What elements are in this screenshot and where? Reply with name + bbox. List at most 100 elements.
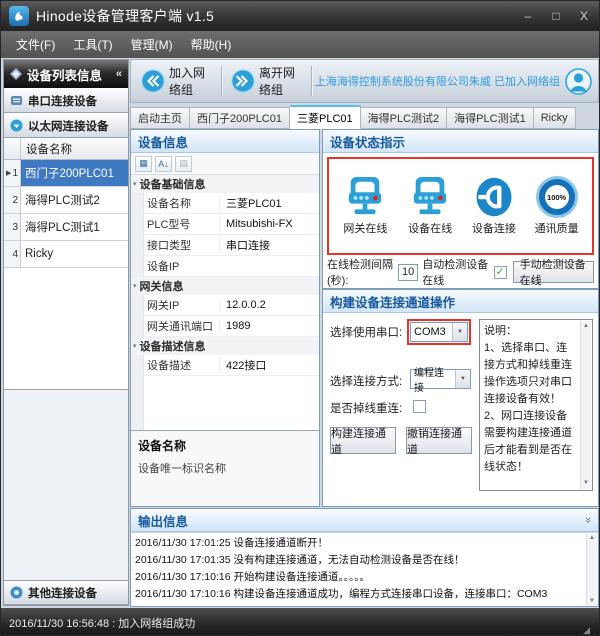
indicator-label: 设备连接 [472,220,516,236]
menu-manage[interactable]: 管理(M) [122,33,182,56]
property-pages-icon: ▤ [175,156,192,172]
log-line: 2016/11/30 17:01:35 没有构建连接通道，无法自动检测设备是否在… [135,552,584,569]
property-group[interactable]: ▾ 设备基础信息 [131,175,319,193]
menu-file[interactable]: 文件(F) [7,33,64,56]
group-expander-icon: ▾ [133,282,137,290]
property-value[interactable]: 12.0.0.2 [219,299,319,311]
note-line-1: 1、选择串口、连接方式和掉线重连操作选项只对串口连接设备有效！ [484,340,578,408]
device-name-cell[interactable]: 海得PLC测试2 [21,187,128,213]
selected-row-marker-icon: ▶ [6,169,11,177]
tab-haide-test1[interactable]: 海得PLC测试1 [447,107,534,129]
tab-siemens-plc[interactable]: 西门子200PLC01 [190,107,290,129]
join-network-group-button[interactable]: 加入网络组 [135,61,218,101]
channel-build-panel-header: 构建设备连接通道操作 [323,290,598,313]
row-number-cell: 4 [4,241,21,267]
device-grid: 设备名称 ▶1 西门子200PLC01 2 海得PLC测试2 3 海得PLC测试… [4,138,128,390]
device-row[interactable]: 3 海得PLC测试1 [4,214,128,241]
property-row[interactable]: 网关IP 12.0.0.2 [131,295,319,316]
serial-device-icon [10,94,23,107]
device-name-cell[interactable]: Ricky [21,241,128,267]
menu-tools[interactable]: 工具(T) [64,33,121,56]
device-row[interactable]: ▶1 西门子200PLC01 [4,160,128,187]
app-window: Hinode设备管理客户端 v1.5 – □ X 文件(F) 工具(T) 管理(… [0,0,600,636]
reconnect-checkbox[interactable] [413,400,426,413]
sidebar-collapse-icon[interactable]: « [116,68,122,80]
statusbar-text: 2016/11/30 16:56:48 : 加入网络组成功 [9,615,195,631]
join-network-group-icon [141,69,165,93]
close-button[interactable]: X [577,9,591,23]
dropdown-arrow-icon[interactable]: ▼ [452,323,467,341]
gateway-online-icon [342,176,388,218]
property-value[interactable]: 1989 [219,320,319,332]
note-scrollbar[interactable]: ▲ ▼ [580,321,591,489]
dropdown-arrow-icon[interactable]: ▼ [455,370,470,388]
user-avatar[interactable] [565,68,592,95]
property-row[interactable]: 接口类型 串口连接 [131,235,319,256]
scroll-down-icon[interactable]: ▼ [589,598,595,604]
leave-network-group-button[interactable]: 离开网络组 [225,61,308,101]
online-detect-row: 在线检测间隔(秒): 10 自动检测设备在线 ✓ 手动检测设备在线 [327,259,594,285]
device-row[interactable]: 2 海得PLC测试2 [4,187,128,214]
device-name-cell[interactable]: 海得PLC测试1 [21,214,128,240]
row-number-cell: ▶1 [4,160,21,186]
connect-mode-select[interactable]: 编程连接 ▼ [410,369,471,389]
output-log-area: 2016/11/30 17:01:25 设备连接通道断开！ 2016/11/30… [131,532,598,606]
output-collapse-icon[interactable]: » [582,517,594,523]
status-indicators-frame: 网关在线 设备在线 设备连接 100% 通讯质量 [327,157,594,255]
resize-grip-icon[interactable]: ◢ [583,625,591,636]
property-row[interactable]: 设备描述 422接口 [131,355,319,376]
scroll-up-icon[interactable]: ▲ [589,535,595,541]
property-value[interactable]: 串口连接 [219,237,319,253]
device-row[interactable]: 4 Ricky [4,241,128,268]
property-value[interactable]: Mitsubishi-FX [219,218,319,230]
sidebar-item-label: 以太网连接设备 [28,118,109,134]
property-row[interactable]: PLC型号 Mitsubishi-FX [131,214,319,235]
device-connect-indicator: 设备连接 [472,176,516,236]
device-name-column-header[interactable]: 设备名称 [21,138,128,159]
property-grid: ▾ 设备基础信息 设备名称 三菱PLC01 PLC型号 Mitsubishi-F… [131,175,319,506]
toolbar-user-area: 上海海得控制系统股份有限公司朱威 已加入网络组 [315,68,594,95]
build-channel-button[interactable]: 构建连接通道 [330,427,396,454]
property-group[interactable]: ▾ 设备描述信息 [131,337,319,355]
property-row[interactable]: 网关通讯端口 1989 [131,316,319,337]
tab-home[interactable]: 启动主页 [130,107,190,129]
sidebar-item-serial-devices[interactable]: 串口连接设备 [4,88,128,113]
group-expander-icon: ▾ [133,342,137,350]
property-group[interactable]: ▾ 网关信息 [131,277,319,295]
comm-quality-value: 100% [545,185,569,209]
device-name-cell[interactable]: 西门子200PLC01 [21,160,128,186]
maximize-button[interactable]: □ [549,9,563,23]
property-row[interactable]: 设备名称 三菱PLC01 [131,193,319,214]
channel-build-panel: 构建设备连接通道操作 选择使用串口: COM3 ▼ 选择连接方式: 编程连接 ▼… [322,289,599,507]
device-connect-icon [474,176,514,218]
categorized-view-icon[interactable]: ▦ [135,156,152,172]
sidebar-item-other-devices[interactable]: 其他连接设备 [4,580,128,605]
device-info-panel: 设备信息 ▦ A↓ ▤ ▾ 设备基础信息 设备名称 三菱PLC01 PLC型号 … [130,129,320,507]
serial-port-select[interactable]: COM3 ▼ [410,322,468,342]
tab-mitsubishi-plc[interactable]: 三菱PLC01 [290,105,361,129]
interval-input[interactable]: 10 [398,264,418,281]
revoke-channel-button[interactable]: 撤销连接通道 [406,427,472,454]
output-scrollbar[interactable]: ▲ ▼ [586,534,597,605]
tab-haide-test2[interactable]: 海得PLC测试2 [361,107,448,129]
scroll-up-icon[interactable]: ▲ [583,322,589,331]
titlebar: Hinode设备管理客户端 v1.5 – □ X [1,1,599,31]
property-row[interactable]: 设备IP [131,256,319,277]
scroll-down-icon[interactable]: ▼ [583,479,589,488]
ethernet-device-icon [10,119,23,132]
gateway-online-indicator: 网关在线 [342,176,388,236]
auto-detect-checkbox[interactable]: ✓ [494,266,507,279]
main-toolbar: 加入网络组 离开网络组 上海海得控制系统股份有限公司朱威 已加入网络组 [130,59,599,103]
sidebar-item-ethernet-devices[interactable]: 以太网连接设备 [4,113,128,138]
property-value[interactable]: 422接口 [219,357,319,373]
minimize-button[interactable]: – [521,9,535,23]
property-value[interactable]: 三菱PLC01 [219,195,319,211]
description-text: 设备唯一标识名称 [138,460,312,476]
menu-help[interactable]: 帮助(H) [182,33,241,56]
manual-detect-button[interactable]: 手动检测设备在线 [513,261,594,283]
sort-alphabetical-icon[interactable]: A↓ [155,156,172,172]
property-label: 设备描述 [131,357,219,373]
tab-ricky[interactable]: Ricky [534,107,576,129]
comm-quality-indicator: 100% 通讯质量 [535,176,579,236]
connect-mode-value: 编程连接 [411,370,455,388]
